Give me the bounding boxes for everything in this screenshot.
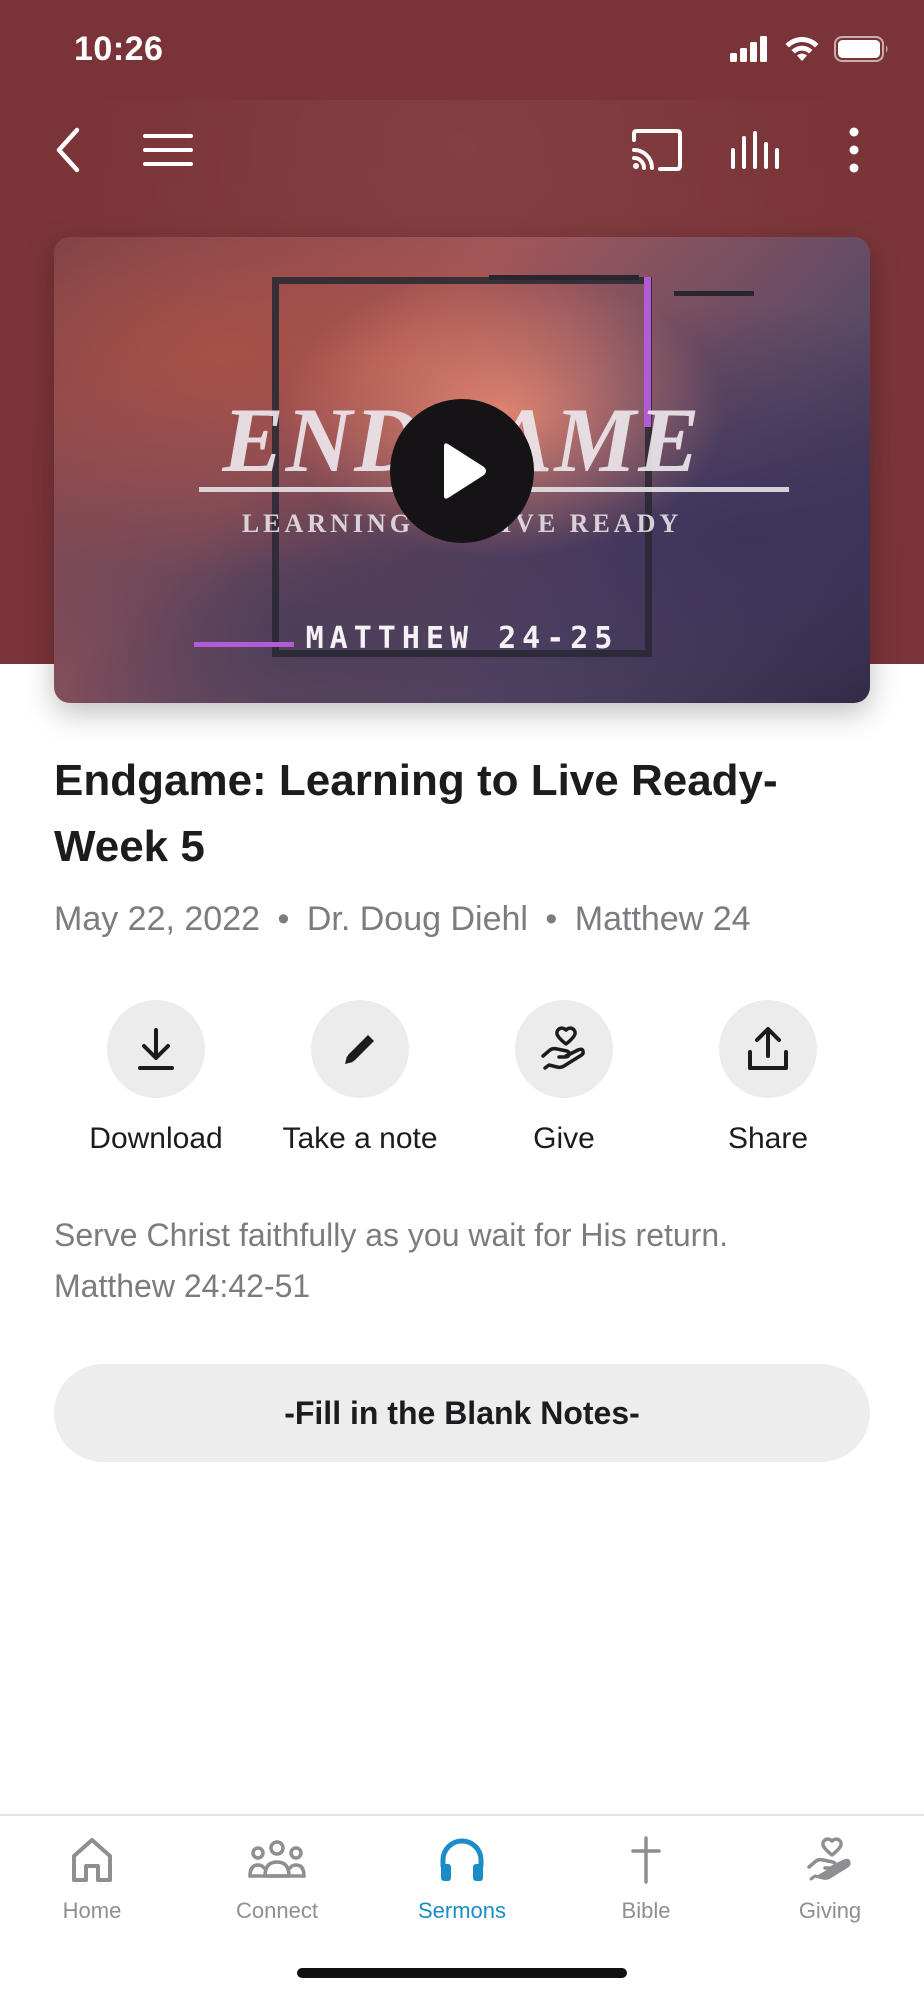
tab-sermons-label: Sermons (417, 1898, 507, 1923)
more-button[interactable] (824, 120, 884, 180)
download-label: Download (89, 1122, 223, 1155)
fill-in-notes-button[interactable]: -Fill in the Blank Notes- (54, 1364, 870, 1462)
share-label: Share (727, 1122, 809, 1155)
tab-bible[interactable]: Bible (554, 1830, 738, 1924)
give-circle[interactable] (515, 1000, 613, 1098)
share-circle[interactable] (719, 1000, 817, 1098)
sermon-scripture: Matthew 24 (574, 900, 751, 938)
description-line: Serve Christ faithfully as you wait for … (54, 1217, 729, 1253)
chevron-left-icon (56, 127, 80, 173)
cast-icon (632, 129, 682, 171)
thumbnail-accent (674, 291, 754, 296)
status-time: 10:26 (74, 30, 164, 68)
download-icon (138, 1028, 174, 1070)
cross-icon (616, 1830, 676, 1890)
status-icons (730, 36, 890, 62)
take-note-button[interactable]: Take a note (258, 1000, 462, 1156)
give-button[interactable]: Give (462, 1000, 666, 1156)
tab-giving[interactable]: Giving (738, 1830, 922, 1924)
status-bar: 10:26 (0, 0, 924, 100)
hand-heart-icon (541, 1026, 585, 1070)
menu-button[interactable] (138, 120, 198, 180)
tab-connect-label: Connect (236, 1898, 318, 1923)
meta-separator: • (277, 900, 290, 938)
meta-separator: • (545, 900, 558, 938)
equalizer-icon (731, 131, 779, 169)
thumbnail-accent (489, 275, 639, 280)
tab-giving-label: Giving (798, 1898, 862, 1923)
audio-button[interactable] (725, 120, 785, 180)
description-reference: Matthew 24:42-51 (54, 1268, 311, 1304)
play-button[interactable] (390, 399, 534, 543)
tab-connect[interactable]: Connect (185, 1830, 369, 1924)
tab-sermons[interactable]: Sermons (370, 1830, 554, 1924)
take-note-label: Take a note (282, 1122, 438, 1155)
sermon-date: May 22, 2022 (54, 900, 261, 938)
more-vertical-icon (849, 127, 859, 173)
cast-button[interactable] (627, 120, 687, 180)
battery-icon (834, 36, 888, 62)
headphones-icon (432, 1830, 492, 1890)
tab-bible-label: Bible (621, 1898, 671, 1923)
download-button[interactable]: Download (54, 1000, 258, 1156)
home-icon (62, 1830, 122, 1890)
share-icon (748, 1027, 788, 1070)
home-indicator[interactable] (297, 1968, 627, 1978)
wifi-icon (785, 37, 819, 61)
sermon-title: Endgame: Learning to Live Ready-Week 5 (54, 756, 778, 871)
hand-heart-icon (800, 1830, 860, 1890)
cellular-signal-icon (730, 36, 767, 62)
download-circle[interactable] (107, 1000, 205, 1098)
back-button[interactable] (38, 120, 98, 180)
sermon-video-thumbnail[interactable]: ENDGAME LEARNING TO LIVE READY MATTHEW 2… (54, 237, 870, 703)
take-note-circle[interactable] (311, 1000, 409, 1098)
thumbnail-scripture: MATTHEW 24-25 (305, 621, 619, 656)
play-icon (444, 443, 486, 499)
hamburger-icon (143, 134, 193, 166)
sermon-meta: May 22, 2022 • Dr. Doug Diehl • Matthew … (54, 900, 751, 939)
share-button[interactable]: Share (666, 1000, 870, 1156)
tab-home-label: Home (62, 1898, 122, 1923)
tab-home[interactable]: Home (0, 1830, 184, 1924)
sermon-description: Serve Christ faithfully as you wait for … (54, 1210, 874, 1312)
top-nav (0, 100, 924, 196)
people-icon (247, 1830, 307, 1890)
pencil-icon (345, 1035, 374, 1064)
sermon-speaker: Dr. Doug Diehl (306, 900, 528, 938)
give-label: Give (533, 1122, 595, 1155)
action-row: Download Take a note Give Share (54, 1000, 870, 1170)
